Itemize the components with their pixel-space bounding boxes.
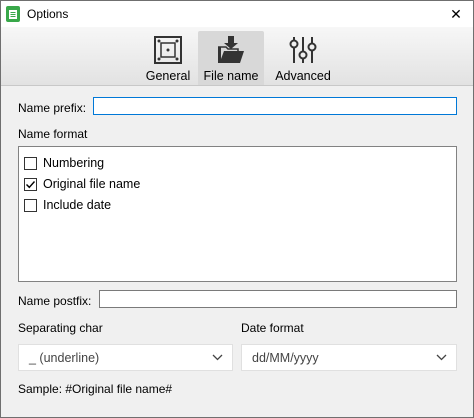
select-value: _ (underline) — [29, 351, 100, 365]
include-date-checkbox[interactable] — [24, 199, 37, 212]
options-window: Options ✕ General File name Advanced Nam… — [0, 0, 474, 418]
name-postfix-input[interactable] — [99, 290, 457, 308]
name-format-list: Numbering Original file name Include dat… — [18, 146, 457, 282]
window-title: Options — [27, 7, 69, 21]
select-value: dd/MM/yyyy — [252, 351, 319, 365]
tab-general[interactable]: General — [139, 31, 197, 85]
sliders-icon — [289, 37, 317, 63]
chevron-down-icon — [212, 354, 223, 361]
tab-label: File name — [203, 69, 259, 83]
separating-char-select[interactable]: _ (underline) — [18, 344, 233, 371]
tab-label: General — [145, 69, 191, 83]
panel-icon — [154, 36, 182, 64]
check-label: Include date — [43, 198, 112, 212]
name-prefix-input[interactable] — [93, 97, 457, 115]
tab-advanced[interactable]: Advanced — [270, 31, 336, 85]
separating-char-label: Separating char — [18, 321, 103, 335]
date-format-select[interactable]: dd/MM/yyyy — [241, 344, 457, 371]
original-file-name-checkbox[interactable] — [24, 178, 37, 191]
chevron-down-icon — [436, 354, 447, 361]
app-icon — [6, 6, 20, 22]
tab-file-name[interactable]: File name — [198, 31, 264, 85]
checkmark-icon — [26, 181, 36, 189]
close-icon: ✕ — [450, 6, 462, 22]
check-label: Original file name — [43, 177, 141, 191]
folder-download-icon — [218, 36, 244, 63]
tab-label: Advanced — [275, 69, 331, 83]
name-prefix-label: Name prefix: — [18, 101, 87, 115]
sample-text: Sample: #Original file name# — [18, 382, 173, 396]
date-format-label: Date format — [241, 321, 304, 335]
check-label: Numbering — [43, 156, 105, 170]
name-postfix-label: Name postfix: — [18, 294, 92, 308]
name-format-label: Name format — [18, 127, 88, 141]
close-button[interactable]: ✕ — [439, 1, 473, 27]
title-bar: Options ✕ — [1, 1, 473, 27]
toolbar: General File name Advanced — [1, 27, 473, 86]
numbering-checkbox[interactable] — [24, 157, 37, 170]
